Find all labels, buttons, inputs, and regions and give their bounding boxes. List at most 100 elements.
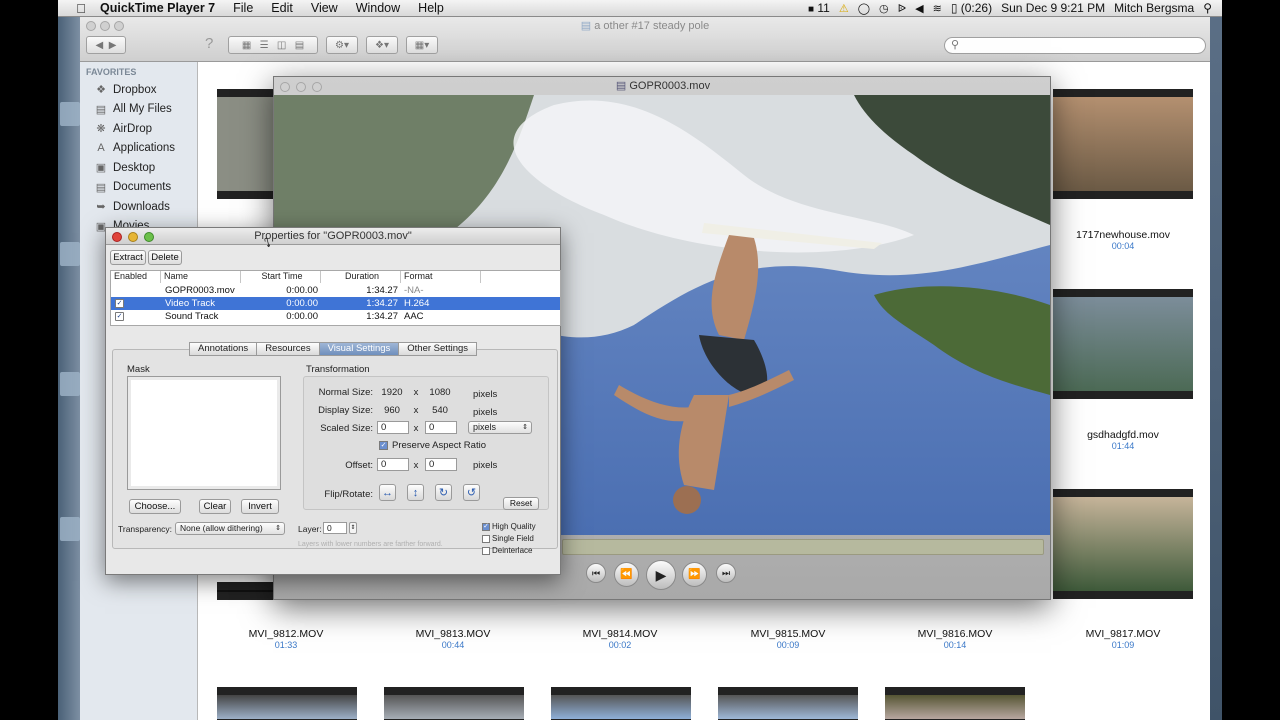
column-header-start-time[interactable]: Start Time — [241, 271, 321, 283]
file-name[interactable]: MVI_9816.MOV — [880, 628, 1030, 640]
mask-invert-button[interactable]: Invert — [241, 499, 279, 514]
properties-minimize-button[interactable] — [128, 232, 138, 242]
menu-help[interactable]: Help — [409, 1, 453, 15]
video-thumbnail[interactable] — [885, 687, 1025, 720]
tab-other-settings[interactable]: Other Settings — [398, 342, 478, 356]
file-name[interactable]: MVI_9817.MOV — [1048, 628, 1198, 640]
file-name[interactable]: 1717newhouse.mov — [1048, 229, 1198, 241]
file-name[interactable]: MVI_9815.MOV — [713, 628, 863, 640]
menu-edit[interactable]: Edit — [262, 1, 302, 15]
layer-input[interactable]: 0 — [323, 522, 347, 534]
flip-horizontal-button[interactable]: ↔ — [379, 484, 396, 501]
sidebar-item-all-my-files[interactable]: ▤ All My Files — [80, 100, 197, 120]
video-thumbnail[interactable] — [1053, 489, 1193, 599]
scaled-width-input[interactable]: 0 — [377, 421, 409, 434]
sidebar-item-applications[interactable]: A Applications — [80, 139, 197, 159]
deinterlace-checkbox[interactable] — [482, 547, 490, 555]
table-row[interactable]: ✓ Sound Track 0:00.00 1:34.27 AAC — [111, 310, 560, 323]
mask-choose-button[interactable]: Choose... — [129, 499, 181, 514]
scaled-unit-select[interactable]: pixels ⇕ — [468, 421, 532, 434]
reset-button[interactable]: Reset — [503, 497, 539, 510]
file-name[interactable]: gsdhadgfd.mov — [1048, 429, 1198, 441]
coverflow-view-icon[interactable]: ▤ — [295, 40, 304, 51]
menu-app-name[interactable]: QuickTime Player 7 — [92, 1, 224, 15]
time-machine-icon[interactable]: ◷ — [879, 2, 889, 15]
extract-button[interactable]: Extract — [110, 250, 146, 265]
volume-icon[interactable]: ◀ — [915, 2, 923, 15]
sidebar-item-desktop[interactable]: ▣ Desktop — [80, 158, 197, 178]
action-gear-button[interactable]: ⚙▾ — [326, 36, 358, 54]
offset-x-input[interactable]: 0 — [377, 458, 409, 471]
transparency-select[interactable]: None (allow dithering) ⇕ — [175, 522, 285, 535]
high-quality-checkbox[interactable]: ✓ — [482, 523, 490, 531]
back-forward-buttons[interactable]: ◀ ▶ — [86, 36, 126, 54]
sidebar-item-dropbox[interactable]: ❖ Dropbox — [80, 80, 197, 100]
video-thumbnail[interactable] — [551, 687, 691, 720]
adobe-icon[interactable]: ■ 11 — [808, 1, 830, 15]
menu-view[interactable]: View — [302, 1, 347, 15]
spotlight-icon[interactable]: ⚲ — [1203, 1, 1212, 15]
icon-view-icon[interactable]: ▦ — [242, 40, 251, 51]
track-enabled-checkbox[interactable]: ✓ — [115, 299, 124, 308]
file-name[interactable]: MVI_9812.MOV — [211, 628, 361, 640]
sidebar-item-airdrop[interactable]: ❋ AirDrop — [80, 119, 197, 139]
menubar-clock[interactable]: Sun Dec 9 9:21 PM — [1001, 1, 1105, 15]
delete-button[interactable]: Delete — [148, 250, 182, 265]
sidebar-item-documents[interactable]: ▤ Documents — [80, 178, 197, 198]
desktop-file-icon[interactable] — [60, 517, 80, 541]
mask-well[interactable] — [127, 376, 281, 490]
column-header-name[interactable]: Name — [161, 271, 241, 283]
video-thumbnail[interactable] — [217, 687, 357, 720]
desktop-file-icon[interactable] — [60, 102, 80, 126]
menu-file[interactable]: File — [224, 1, 262, 15]
playback-scrubber[interactable] — [562, 539, 1044, 555]
play-button[interactable]: ▶ — [646, 560, 676, 590]
sidebar-item-downloads[interactable]: ➥ Downloads — [80, 197, 197, 217]
video-thumbnail[interactable] — [718, 687, 858, 720]
desktop-file-icon[interactable] — [60, 242, 80, 266]
tab-visual-settings[interactable]: Visual Settings — [318, 342, 400, 356]
video-thumbnail[interactable] — [1053, 89, 1193, 199]
jump-start-button[interactable]: ⏮ — [586, 563, 606, 583]
video-thumbnail[interactable] — [1053, 289, 1193, 399]
scaled-height-input[interactable]: 0 — [425, 421, 457, 434]
back-icon[interactable]: ◀ — [96, 40, 104, 51]
properties-zoom-button[interactable] — [144, 232, 154, 242]
mask-clear-button[interactable]: Clear — [199, 499, 231, 514]
search-input[interactable]: ⚲ — [944, 37, 1206, 54]
bluetooth-icon[interactable]: ᐉ — [898, 2, 906, 15]
jump-end-button[interactable]: ⏭ — [716, 563, 736, 583]
column-header-enabled[interactable]: Enabled — [111, 271, 161, 283]
rotate-left-button[interactable]: ↺ — [463, 484, 480, 501]
column-header-duration[interactable]: Duration — [321, 271, 401, 283]
video-thumbnail[interactable] — [384, 687, 524, 720]
battery-icon[interactable]: ▯ (0:26) — [951, 1, 992, 15]
column-header-format[interactable]: Format — [401, 271, 481, 283]
tab-resources[interactable]: Resources — [256, 342, 320, 356]
forward-icon[interactable]: ▶ — [109, 40, 117, 51]
menu-window[interactable]: Window — [347, 1, 409, 15]
menubar-user[interactable]: Mitch Bergsma — [1114, 1, 1194, 15]
help-icon[interactable]: ? — [205, 35, 213, 52]
flip-vertical-button[interactable]: ↕ — [407, 484, 424, 501]
table-row[interactable]: ✓ Video Track 0:00.00 1:34.27 H.264 — [111, 297, 560, 310]
arrange-button[interactable]: ▦▾ — [406, 36, 438, 54]
preserve-aspect-checkbox[interactable]: ✓ — [379, 441, 388, 450]
properties-close-button[interactable] — [112, 232, 122, 242]
rotate-right-button[interactable]: ↻ — [435, 484, 452, 501]
track-enabled-checkbox[interactable]: ✓ — [115, 312, 124, 321]
warning-icon[interactable]: ⚠ — [839, 2, 849, 15]
tab-annotations[interactable]: Annotations — [189, 342, 258, 356]
chat-icon[interactable]: ◯ — [858, 2, 870, 15]
rewind-button[interactable]: ⏪ — [614, 562, 639, 587]
file-name[interactable]: MVI_9814.MOV — [545, 628, 695, 640]
desktop-file-icon[interactable] — [60, 372, 80, 396]
dropbox-toolbar-button[interactable]: ❖▾ — [366, 36, 398, 54]
table-row[interactable]: GOPR0003.mov 0:00.00 1:34.27 -NA- — [111, 284, 560, 297]
fast-forward-button[interactable]: ⏩ — [682, 562, 707, 587]
apple-icon[interactable]:  — [70, 1, 92, 16]
file-name[interactable]: MVI_9813.MOV — [378, 628, 528, 640]
column-view-icon[interactable]: ◫ — [277, 40, 286, 51]
view-mode-buttons[interactable]: ▦ ☰ ◫ ▤ — [228, 36, 318, 54]
layer-stepper[interactable]: ⇕ — [349, 522, 357, 534]
